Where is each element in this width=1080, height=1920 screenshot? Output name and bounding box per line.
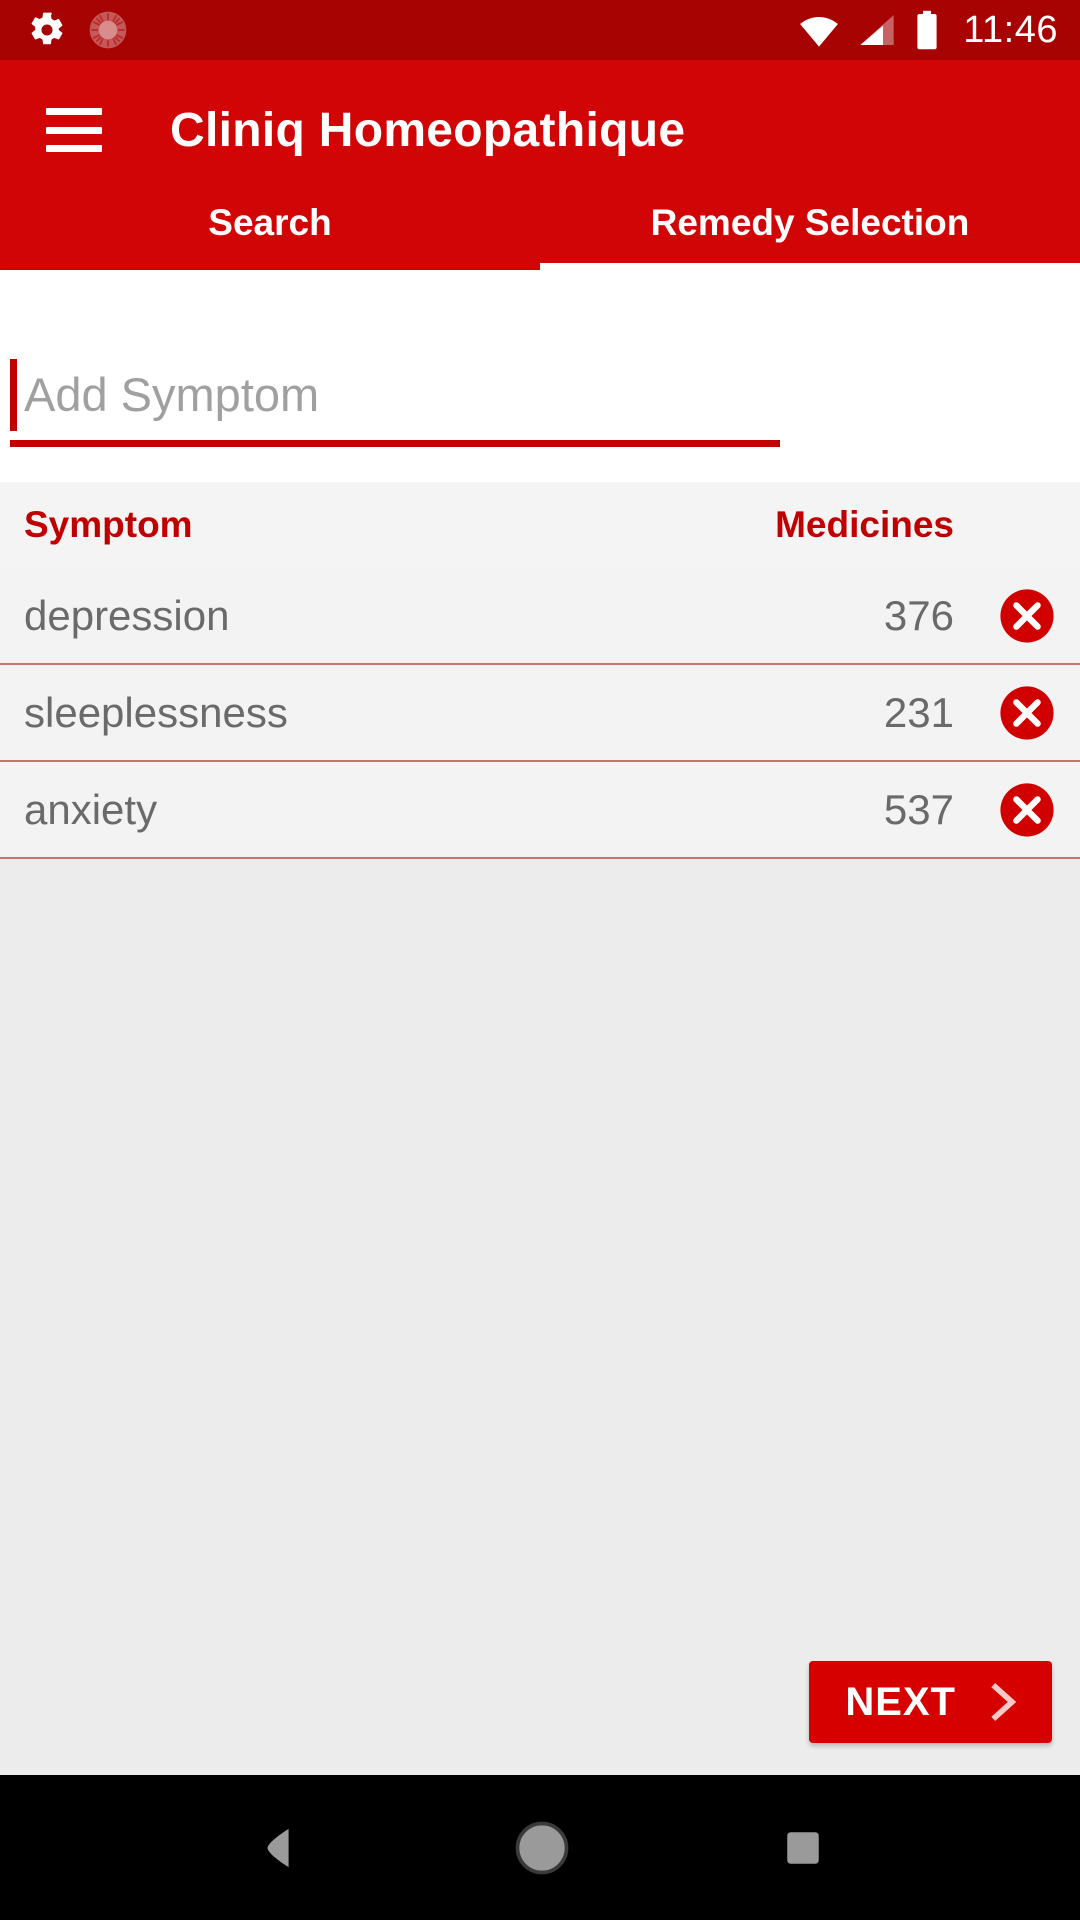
battery-icon (914, 10, 940, 50)
status-bar: 11:46 (0, 0, 1080, 60)
status-bar-clock: 11:46 (963, 9, 1058, 51)
tab-search[interactable]: Search (0, 200, 540, 270)
app-bar-top-row: Cliniq Homeopathique (0, 60, 1080, 200)
symptom-input[interactable] (24, 353, 924, 435)
cell-symptom-name: depression (24, 591, 230, 639)
next-button[interactable]: NEXT (809, 1661, 1052, 1743)
cell-symptom-name: anxiety (24, 785, 158, 833)
home-circle-icon[interactable] (514, 1820, 570, 1876)
recents-square-icon[interactable] (782, 1825, 824, 1871)
next-button-container: NEXT (809, 1661, 1052, 1743)
symptom-input-wrapper (10, 345, 955, 447)
status-bar-left-icons (28, 10, 128, 50)
input-underline (10, 440, 780, 447)
hamburger-menu-icon[interactable] (46, 108, 102, 152)
hamburger-bar-2 (46, 126, 102, 134)
gear-icon (28, 11, 66, 49)
sunburst-icon (88, 10, 128, 50)
table-row[interactable]: sleeplessness 231 (0, 665, 1080, 762)
column-header-symptom: Symptom (24, 504, 193, 545)
delete-circle-x-icon[interactable] (998, 587, 1056, 645)
phone-screen: 11:46 Cliniq Homeopathique Search Remedy… (0, 0, 1080, 1920)
cell-medicine-count: 376 (883, 591, 954, 639)
symptom-table: Symptom Medicines depression 376 sleeple… (0, 482, 1080, 1775)
app-bar: Cliniq Homeopathique Search Remedy Selec… (0, 60, 1080, 270)
tab-bar: Search Remedy Selection (0, 200, 1080, 270)
cell-symptom-name: sleeplessness (24, 688, 288, 736)
page-title: Cliniq Homeopathique (170, 103, 686, 157)
tab-search-label: Search (208, 202, 332, 243)
text-caret (10, 359, 17, 431)
cell-delete-action (964, 684, 1056, 742)
cell-medicine-count: 231 (883, 688, 954, 736)
table-empty-space (0, 859, 1080, 1775)
tab-remedy-selection[interactable]: Remedy Selection (540, 200, 1080, 270)
table-row[interactable]: anxiety 537 (0, 762, 1080, 859)
next-button-label: NEXT (845, 1679, 956, 1724)
table-row[interactable]: depression 376 (0, 568, 1080, 665)
tab-remedy-selection-label: Remedy Selection (650, 202, 970, 243)
hamburger-bar-1 (46, 108, 102, 115)
android-nav-bar (0, 1775, 1080, 1920)
back-triangle-icon[interactable] (256, 1823, 302, 1873)
symptom-entry-card (0, 270, 1080, 682)
delete-circle-x-icon[interactable] (998, 781, 1056, 839)
table-header-row: Symptom Medicines (0, 482, 1080, 568)
chevron-right-icon (982, 1680, 1022, 1724)
column-header-medicines: Medicines (775, 504, 954, 545)
signal-icon (857, 12, 897, 48)
cell-delete-action (964, 781, 1056, 839)
cell-medicine-count: 537 (883, 785, 954, 833)
hamburger-bar-3 (46, 145, 102, 152)
wifi-icon (798, 12, 840, 48)
status-bar-right-icons: 11:46 (798, 10, 1058, 50)
delete-circle-x-icon[interactable] (998, 684, 1056, 742)
cell-delete-action (964, 587, 1056, 645)
